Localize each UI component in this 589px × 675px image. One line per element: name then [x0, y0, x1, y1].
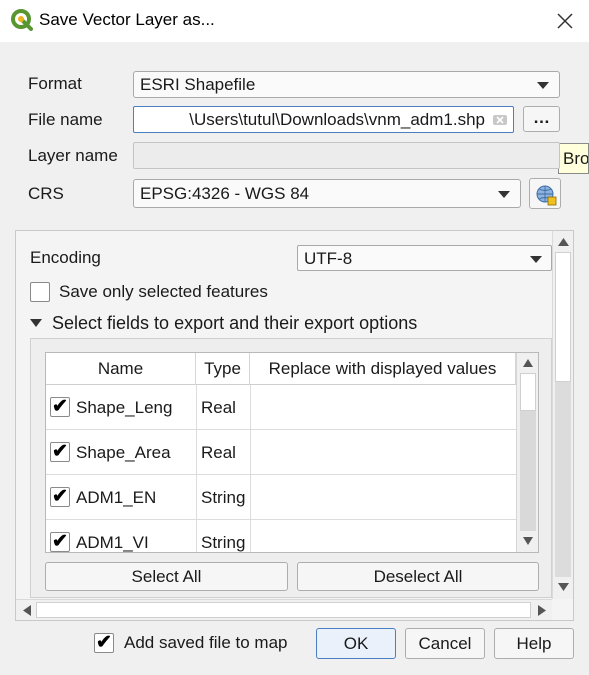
scroll-left-icon[interactable]: [23, 605, 31, 616]
field-type: Real: [201, 443, 236, 462]
cancel-button[interactable]: Cancel: [405, 628, 485, 659]
file-name-label: File name: [28, 110, 103, 129]
crs-selector-button[interactable]: [529, 178, 561, 209]
field-name: ADM1_VI: [76, 533, 149, 552]
deselect-all-button[interactable]: Deselect All: [297, 562, 539, 591]
encoding-select[interactable]: UTF-8: [297, 245, 552, 271]
scrollbar-thumb[interactable]: [520, 373, 536, 411]
field-name: ADM1_EN: [76, 488, 157, 507]
table-row[interactable]: ✔ Shape_Area Real: [46, 430, 516, 475]
column-header-replace[interactable]: Replace with displayed values: [250, 353, 516, 385]
file-name-value: \Users\tutul\Downloads\vnm_adm1.shp: [189, 110, 485, 129]
field-name: Shape_Leng: [76, 398, 173, 417]
scroll-down-icon[interactable]: [558, 583, 569, 591]
add-to-map-label: Add saved file to map: [124, 633, 288, 652]
panel-horizontal-scrollbar[interactable]: [16, 599, 552, 620]
field-checkbox[interactable]: ✔: [50, 487, 70, 507]
checkmark-icon: ✔: [52, 486, 68, 507]
scrollbar-track[interactable]: [520, 411, 536, 531]
scrollbar-thumb[interactable]: [555, 252, 571, 382]
save-selected-checkbox[interactable]: [30, 282, 50, 302]
qgis-logo-icon: [11, 9, 33, 31]
chevron-down-icon: [498, 191, 510, 198]
collapse-triangle-icon[interactable]: [30, 319, 42, 329]
scroll-up-icon[interactable]: [558, 238, 569, 246]
layer-name-label: Layer name: [28, 146, 118, 165]
column-divider: [250, 385, 251, 552]
scrollbar-thumb[interactable]: [36, 602, 531, 618]
layer-name-field[interactable]: [133, 142, 560, 169]
crs-label: CRS: [28, 184, 64, 203]
encoding-value: UTF-8: [304, 249, 353, 268]
field-checkbox[interactable]: ✔: [50, 532, 70, 552]
save-selected-label: Save only selected features: [59, 282, 268, 301]
checkmark-icon: ✔: [96, 632, 112, 653]
field-checkbox[interactable]: ✔: [50, 442, 70, 462]
close-icon[interactable]: [556, 12, 574, 30]
column-divider: [196, 385, 197, 552]
field-type: String: [201, 533, 246, 552]
table-row[interactable]: ✔ Shape_Leng Real: [46, 385, 516, 430]
ok-button[interactable]: OK: [316, 628, 396, 659]
table-row[interactable]: ✔ ADM1_EN String: [46, 475, 516, 520]
encoding-label: Encoding: [30, 248, 101, 267]
browse-button[interactable]: …: [523, 106, 560, 132]
file-name-field[interactable]: \Users\tutul\Downloads\vnm_adm1.shp: [133, 106, 514, 133]
checkmark-icon: ✔: [52, 441, 68, 462]
crs-value: EPSG:4326 - WGS 84: [140, 184, 310, 203]
scroll-down-icon[interactable]: [523, 537, 533, 545]
fields-table: Name Type Replace with displayed values …: [45, 352, 539, 553]
fields-section-title[interactable]: Select fields to export and their export…: [52, 313, 417, 334]
table-scrollbar[interactable]: [516, 353, 538, 552]
column-header-name[interactable]: Name: [46, 353, 196, 385]
select-all-button[interactable]: Select All: [45, 562, 288, 591]
browse-tooltip: Bro: [558, 143, 589, 174]
crs-select[interactable]: EPSG:4326 - WGS 84: [133, 179, 521, 208]
format-label: Format: [28, 74, 82, 93]
field-type: Real: [201, 398, 236, 417]
scrollbar-track[interactable]: [555, 382, 571, 577]
chevron-down-icon: [530, 256, 542, 263]
clear-icon[interactable]: [493, 113, 507, 127]
chevron-down-icon: [537, 82, 549, 89]
field-name: Shape_Area: [76, 443, 171, 462]
column-header-type[interactable]: Type: [196, 353, 250, 385]
window-title: Save Vector Layer as...: [39, 10, 215, 29]
scroll-up-icon[interactable]: [523, 359, 533, 367]
scroll-right-icon[interactable]: [538, 605, 546, 616]
add-to-map-checkbox[interactable]: ✔: [94, 633, 114, 653]
format-select[interactable]: ESRI Shapefile: [133, 71, 560, 98]
field-checkbox[interactable]: ✔: [50, 397, 70, 417]
table-row[interactable]: ✔ ADM1_VI String: [46, 520, 516, 552]
globe-icon: [536, 185, 557, 206]
checkmark-icon: ✔: [52, 396, 68, 417]
panel-scrollbar[interactable]: [552, 231, 573, 599]
checkmark-icon: ✔: [52, 531, 68, 552]
format-value: ESRI Shapefile: [140, 75, 256, 94]
field-type: String: [201, 488, 246, 507]
help-button[interactable]: Help: [494, 628, 574, 659]
